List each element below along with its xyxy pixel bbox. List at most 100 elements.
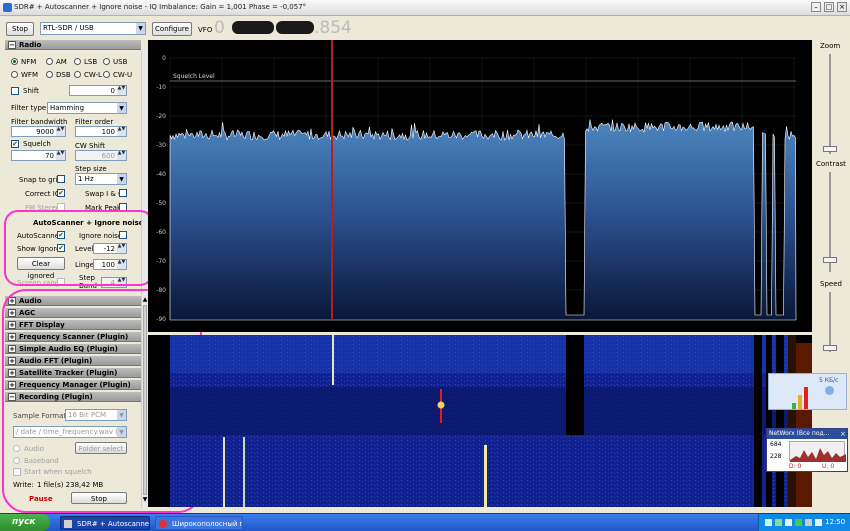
networx-title-bar[interactable]: NetWorx (Все под... [767,429,847,439]
zoom-label: Zoom [820,42,841,50]
y-tick-label: -90 [156,316,166,323]
mode-label-usb: USB [113,58,128,66]
maximize-button[interactable]: □ [824,2,834,12]
spectrum-display[interactable]: 0 -10 -20 -30 -40 -50 -60 -70 -80 -90 Squelch Lev… [148,40,812,332]
snap-to-grid-label: Snap to grid [19,176,62,184]
y-tick-label: -40 [156,171,166,178]
waterfall-edge [796,343,812,507]
y-tick-label: -80 [156,287,166,294]
app-icon [3,3,12,12]
tray-icon-5[interactable] [805,519,812,526]
minimize-button[interactable]: – [811,2,821,12]
snap-to-grid-checkbox[interactable] [57,175,65,183]
taskbar-item-browser[interactable]: Широкополосный пр... [155,516,243,530]
zoom-slider-thumb[interactable] [823,146,837,152]
contrast-slider-thumb[interactable] [823,257,837,263]
radio-dsb[interactable] [46,71,53,78]
correct-iq-checkbox[interactable]: ✔ [57,189,65,197]
waterfall-svg [170,335,812,507]
filter-order-label: Filter order [75,118,114,126]
meter-bar-1 [792,403,796,409]
y-tick-label: -70 [156,258,166,265]
frequency-digit-first: 0 [214,18,225,38]
networx-meter [792,385,812,409]
tray-icon-1[interactable] [765,519,772,526]
configure-button[interactable]: Configure [152,22,192,36]
waterfall-display[interactable] [148,335,812,507]
y-tick-label: -10 [156,84,166,91]
sdr-app-icon [64,520,72,528]
frequency-digits-last: .854 [314,18,352,38]
radio-nfm[interactable] [11,58,18,65]
step-size-select[interactable]: 1 Hz ▼ [75,173,127,185]
clock[interactable]: 12:50 [825,518,845,526]
waterfall-band-top [170,335,796,373]
waterfall-gap-2 [754,335,762,507]
chevron-down-icon: ▼ [117,174,126,184]
stop-button[interactable]: Stop [6,22,34,36]
contrast-label: Contrast [816,160,846,168]
system-tray: 12:50 [758,514,850,531]
speed-slider-thumb[interactable] [823,345,837,351]
meter-bar-3 [804,387,808,409]
source-select[interactable]: RTL-SDR / USB ▼ [40,22,146,35]
cw-shift-label: CW Shift [75,142,105,150]
cw-shift-spinner[interactable]: 600 ▲▼ [75,150,127,161]
vfo-frequency-display[interactable]: 0 .854 [214,18,354,38]
waterfall-signal-1 [332,335,334,385]
window-title: SDR# + Autoscanner + Ignore noise - IQ I… [14,3,307,11]
radio-cwl[interactable] [74,71,81,78]
swap-iq-checkbox[interactable] [119,189,127,197]
traffic-widget-label: 5 КБ/с [819,377,839,384]
spectrum-fill [169,119,797,321]
radio-cwu[interactable] [103,71,110,78]
y-axis-ticks: 0 -10 -20 -30 -40 -50 -60 -70 -80 -90 [156,55,166,323]
title-bar: SDR# + Autoscanner + Ignore noise - IQ I… [0,0,850,16]
mode-label-cwu: CW-U [113,71,133,79]
toolbar: Stop RTL-SDR / USB ▼ Configure VFO 0 .85… [0,17,850,39]
swap-iq-label: Swap I & Q [85,190,124,198]
correct-iq-label: Correct IQ [25,190,61,198]
start-button[interactable]: пуск [0,514,50,531]
networx-title: NetWorx (Все под... [769,430,830,437]
chevron-down-icon: ▼ [117,103,126,113]
taskbar-item-sdr[interactable]: SDR# + Autoscanner... [60,516,150,530]
waterfall-signal-3 [243,437,245,507]
mode-label-wfm: WFM [21,71,38,79]
squelch-level-label: Squelch Level [173,73,215,80]
tray-icon-2[interactable] [775,519,782,526]
networx-graph [789,441,846,462]
squelch-spinner[interactable]: 70 ▲▼ [11,150,66,161]
filter-order-spinner[interactable]: 100 ▲▼ [75,126,127,137]
filter-bandwidth-label: Filter bandwidth [11,118,68,126]
tray-icon-6[interactable] [815,519,822,526]
radio-am[interactable] [46,58,53,65]
waterfall-signal-2 [223,437,225,507]
shift-spinner[interactable]: 0 ▲▼ [69,85,127,96]
shift-checkbox[interactable] [11,87,19,95]
tray-icon-4[interactable] [795,519,802,526]
radio-section-header[interactable]: − Radio [5,40,141,50]
waterfall-band-dark [170,387,796,435]
speed-slider-track[interactable] [829,292,831,352]
radio-usb[interactable] [103,58,110,65]
chevron-down-icon: ▼ [136,23,145,34]
start-label: пуск [12,517,36,527]
radio-wfm[interactable] [11,71,18,78]
source-value: RTL-SDR / USB [43,24,94,32]
y-tick-label: -60 [156,229,166,236]
waterfall-gap-4 [776,335,784,507]
zoom-slider-track[interactable] [829,54,831,154]
tray-icon-3[interactable] [785,519,792,526]
mode-label-nfm: NFM [21,58,37,66]
networx-close-icon[interactable]: × [840,430,846,438]
networx-popup[interactable]: NetWorx (Все под... × 684 228 D: 0 U: 0 [766,428,848,472]
close-button[interactable]: × [837,2,847,12]
filter-type-select[interactable]: Hamming ▼ [47,102,127,114]
waterfall-gap-1 [566,335,584,435]
squelch-checkbox[interactable]: ✔ [11,140,19,148]
radio-lsb[interactable] [74,58,81,65]
step-size-label: Step size [75,165,107,173]
filter-bandwidth-spinner[interactable]: 9000 ▲▼ [11,126,66,137]
waterfall-gap-3 [766,335,772,507]
